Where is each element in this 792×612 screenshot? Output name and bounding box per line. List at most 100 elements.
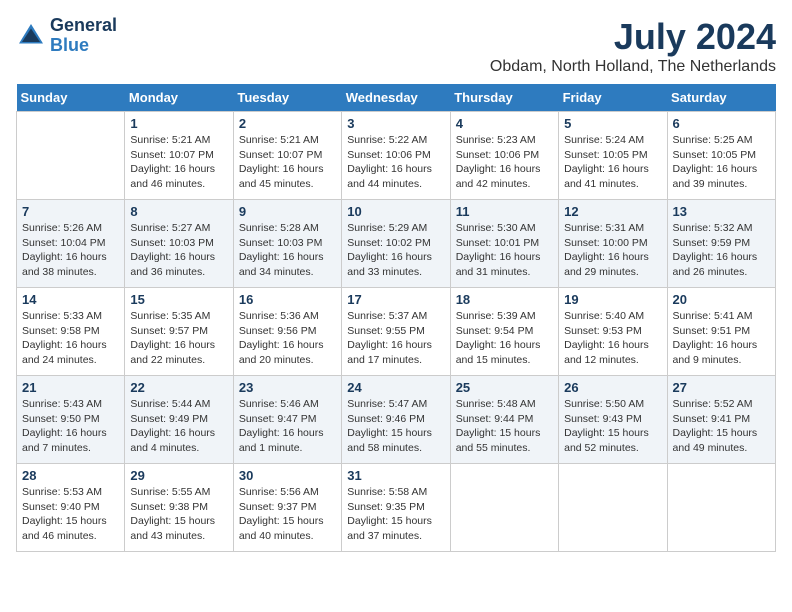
day-number: 18 xyxy=(456,292,553,307)
day-info: Sunrise: 5:58 AMSunset: 9:35 PMDaylight:… xyxy=(347,485,444,544)
table-row: 27 Sunrise: 5:52 AMSunset: 9:41 PMDayligh… xyxy=(667,376,775,464)
location: Obdam, North Holland, The Netherlands xyxy=(490,58,776,76)
table-row: 26 Sunrise: 5:50 AMSunset: 9:43 PMDayligh… xyxy=(559,376,667,464)
day-info: Sunrise: 5:48 AMSunset: 9:44 PMDaylight:… xyxy=(456,397,553,456)
table-row: 25 Sunrise: 5:48 AMSunset: 9:44 PMDayligh… xyxy=(450,376,558,464)
day-info: Sunrise: 5:53 AMSunset: 9:40 PMDaylight:… xyxy=(22,485,119,544)
weekday-header-row: SundayMondayTuesdayWednesdayThursdayFrid… xyxy=(17,84,776,112)
calendar-week-row: 28 Sunrise: 5:53 AMSunset: 9:40 PMDayligh… xyxy=(17,464,776,552)
table-row: 30 Sunrise: 5:56 AMSunset: 9:37 PMDayligh… xyxy=(233,464,341,552)
day-number: 22 xyxy=(130,380,227,395)
table-row: 12 Sunrise: 5:31 AMSunset: 10:00 PMDaylig… xyxy=(559,200,667,288)
table-row: 28 Sunrise: 5:53 AMSunset: 9:40 PMDayligh… xyxy=(17,464,125,552)
day-info: Sunrise: 5:55 AMSunset: 9:38 PMDaylight:… xyxy=(130,485,227,544)
calendar: SundayMondayTuesdayWednesdayThursdayFrid… xyxy=(16,84,776,552)
day-info: Sunrise: 5:35 AMSunset: 9:57 PMDaylight:… xyxy=(130,309,227,368)
day-info: Sunrise: 5:24 AMSunset: 10:05 PMDaylight… xyxy=(564,133,661,192)
table-row: 29 Sunrise: 5:55 AMSunset: 9:38 PMDayligh… xyxy=(125,464,233,552)
table-row: 10Sunrise: 5:29 AMSunset: 10:02 PMDaylig… xyxy=(342,200,450,288)
day-number: 28 xyxy=(22,468,119,483)
table-row: 16 Sunrise: 5:36 AMSunset: 9:56 PMDayligh… xyxy=(233,288,341,376)
title-area: July 2024 Obdam, North Holland, The Neth… xyxy=(490,16,776,76)
weekday-header: Monday xyxy=(125,84,233,112)
day-info: Sunrise: 5:32 AMSunset: 9:59 PMDaylight:… xyxy=(673,221,770,280)
day-number: 24 xyxy=(347,380,444,395)
table-row: 11Sunrise: 5:30 AMSunset: 10:01 PMDaylig… xyxy=(450,200,558,288)
day-number: 27 xyxy=(673,380,770,395)
day-number: 31 xyxy=(347,468,444,483)
table-row: 15 Sunrise: 5:35 AMSunset: 9:57 PMDayligh… xyxy=(125,288,233,376)
day-number: 16 xyxy=(239,292,336,307)
table-row: 13Sunrise: 5:32 AMSunset: 9:59 PMDayligh… xyxy=(667,200,775,288)
day-info: Sunrise: 5:40 AMSunset: 9:53 PMDaylight:… xyxy=(564,309,661,368)
day-info: Sunrise: 5:36 AMSunset: 9:56 PMDaylight:… xyxy=(239,309,336,368)
day-number: 1 xyxy=(130,116,227,131)
day-info: Sunrise: 5:43 AMSunset: 9:50 PMDaylight:… xyxy=(22,397,119,456)
table-row: 3 Sunrise: 5:22 AMSunset: 10:06 PMDayligh… xyxy=(342,112,450,200)
table-row: 20 Sunrise: 5:41 AMSunset: 9:51 PMDayligh… xyxy=(667,288,775,376)
day-number: 19 xyxy=(564,292,661,307)
table-row: 2 Sunrise: 5:21 AMSunset: 10:07 PMDayligh… xyxy=(233,112,341,200)
day-number: 21 xyxy=(22,380,119,395)
weekday-header: Saturday xyxy=(667,84,775,112)
day-number: 30 xyxy=(239,468,336,483)
day-info: Sunrise: 5:28 AMSunset: 10:03 PMDaylight… xyxy=(239,221,336,280)
day-info: Sunrise: 5:31 AMSunset: 10:00 PMDaylight… xyxy=(564,221,661,280)
weekday-header: Thursday xyxy=(450,84,558,112)
day-number: 14 xyxy=(22,292,119,307)
day-info: Sunrise: 5:41 AMSunset: 9:51 PMDaylight:… xyxy=(673,309,770,368)
day-number: 6 xyxy=(673,116,770,131)
logo-blue: Blue xyxy=(50,36,117,56)
day-info: Sunrise: 5:21 AMSunset: 10:07 PMDaylight… xyxy=(239,133,336,192)
month-title: July 2024 xyxy=(490,16,776,58)
day-info: Sunrise: 5:22 AMSunset: 10:06 PMDaylight… xyxy=(347,133,444,192)
weekday-header: Wednesday xyxy=(342,84,450,112)
day-number: 8 xyxy=(130,204,227,219)
table-row: 17Sunrise: 5:37 AMSunset: 9:55 PMDayligh… xyxy=(342,288,450,376)
day-number: 2 xyxy=(239,116,336,131)
day-number: 25 xyxy=(456,380,553,395)
table-row: 8Sunrise: 5:27 AMSunset: 10:03 PMDayligh… xyxy=(125,200,233,288)
table-row xyxy=(667,464,775,552)
table-row: 6 Sunrise: 5:25 AMSunset: 10:05 PMDayligh… xyxy=(667,112,775,200)
day-info: Sunrise: 5:33 AMSunset: 9:58 PMDaylight:… xyxy=(22,309,119,368)
day-number: 26 xyxy=(564,380,661,395)
table-row: 5 Sunrise: 5:24 AMSunset: 10:05 PMDayligh… xyxy=(559,112,667,200)
day-info: Sunrise: 5:39 AMSunset: 9:54 PMDaylight:… xyxy=(456,309,553,368)
day-number: 5 xyxy=(564,116,661,131)
day-number: 20 xyxy=(673,292,770,307)
day-number: 11 xyxy=(456,204,553,219)
day-info: Sunrise: 5:25 AMSunset: 10:05 PMDaylight… xyxy=(673,133,770,192)
day-number: 7 xyxy=(22,204,119,219)
logo-text: General Blue xyxy=(50,16,117,56)
day-number: 10 xyxy=(347,204,444,219)
logo-icon xyxy=(16,21,46,51)
table-row xyxy=(17,112,125,200)
table-row: 9Sunrise: 5:28 AMSunset: 10:03 PMDayligh… xyxy=(233,200,341,288)
day-number: 3 xyxy=(347,116,444,131)
day-info: Sunrise: 5:47 AMSunset: 9:46 PMDaylight:… xyxy=(347,397,444,456)
calendar-week-row: 21 Sunrise: 5:43 AMSunset: 9:50 PMDayligh… xyxy=(17,376,776,464)
day-number: 15 xyxy=(130,292,227,307)
day-info: Sunrise: 5:21 AMSunset: 10:07 PMDaylight… xyxy=(130,133,227,192)
table-row: 7 Sunrise: 5:26 AMSunset: 10:04 PMDayligh… xyxy=(17,200,125,288)
header: General Blue July 2024 Obdam, North Holl… xyxy=(16,16,776,76)
day-info: Sunrise: 5:56 AMSunset: 9:37 PMDaylight:… xyxy=(239,485,336,544)
logo: General Blue xyxy=(16,16,117,56)
table-row: 23Sunrise: 5:46 AMSunset: 9:47 PMDayligh… xyxy=(233,376,341,464)
table-row: 1 Sunrise: 5:21 AMSunset: 10:07 PMDayligh… xyxy=(125,112,233,200)
weekday-header: Sunday xyxy=(17,84,125,112)
table-row: 19 Sunrise: 5:40 AMSunset: 9:53 PMDayligh… xyxy=(559,288,667,376)
day-number: 29 xyxy=(130,468,227,483)
table-row: 21 Sunrise: 5:43 AMSunset: 9:50 PMDayligh… xyxy=(17,376,125,464)
day-number: 23 xyxy=(239,380,336,395)
weekday-header: Tuesday xyxy=(233,84,341,112)
weekday-header: Friday xyxy=(559,84,667,112)
table-row: 31 Sunrise: 5:58 AMSunset: 9:35 PMDayligh… xyxy=(342,464,450,552)
day-info: Sunrise: 5:26 AMSunset: 10:04 PMDaylight… xyxy=(22,221,119,280)
day-info: Sunrise: 5:52 AMSunset: 9:41 PMDaylight:… xyxy=(673,397,770,456)
day-number: 12 xyxy=(564,204,661,219)
day-info: Sunrise: 5:37 AMSunset: 9:55 PMDaylight:… xyxy=(347,309,444,368)
table-row: 4Sunrise: 5:23 AMSunset: 10:06 PMDayligh… xyxy=(450,112,558,200)
day-info: Sunrise: 5:50 AMSunset: 9:43 PMDaylight:… xyxy=(564,397,661,456)
